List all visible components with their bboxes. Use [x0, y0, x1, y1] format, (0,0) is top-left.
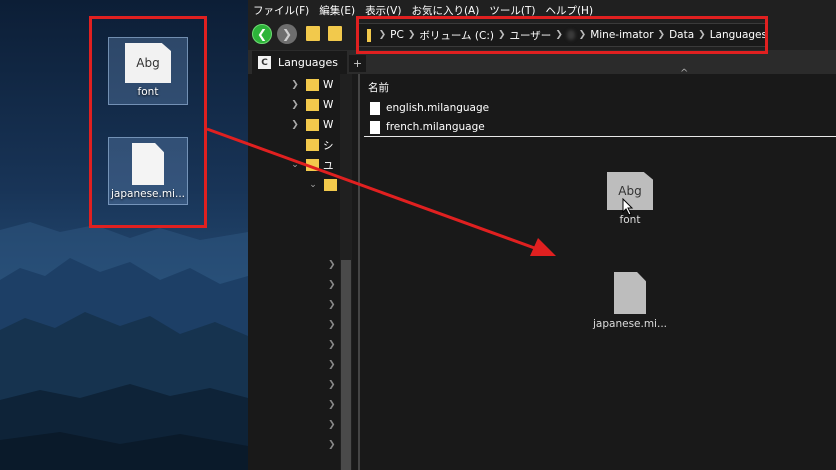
drop-insertion-line — [364, 136, 836, 137]
column-header-name[interactable]: 名前 — [368, 80, 389, 95]
tree-item[interactable]: シ — [288, 136, 334, 154]
dragged-icon-label: japanese.mi... — [593, 318, 667, 330]
tree-item[interactable]: ⌄ — [306, 176, 341, 194]
chevron-right-icon[interactable]: ❯ — [328, 420, 336, 430]
tree-item[interactable]: ❯ W — [288, 116, 333, 134]
chevron-right-icon[interactable]: ❯ — [328, 360, 336, 370]
file-list-pane: ^ 名前 english.milanguage french.milanguag… — [360, 68, 836, 470]
chevron-right-icon: ❯ — [291, 80, 299, 90]
file-icon — [370, 101, 380, 115]
chevron-right-icon: ❯ — [291, 100, 299, 110]
annotation-box-desktop-icons — [89, 16, 207, 228]
chevron-right-icon[interactable]: ❯ — [328, 340, 336, 350]
file-icon — [370, 120, 380, 134]
folder-icon — [306, 139, 319, 151]
chevron-right-icon[interactable]: ❯ — [328, 300, 336, 310]
dragged-icon-japanese: japanese.mi... — [585, 272, 675, 330]
forward-arrow-icon: ❯ — [281, 27, 293, 41]
folder-icon — [306, 99, 319, 111]
mouse-cursor-icon — [622, 198, 634, 216]
tree-item[interactable]: ❯ W — [288, 76, 333, 94]
chevron-right-icon[interactable]: ❯ — [328, 400, 336, 410]
back-arrow-icon: ❮ — [256, 27, 268, 41]
file-name: french.milanguage — [386, 121, 485, 133]
tab-languages[interactable]: C Languages — [252, 51, 347, 74]
back-button[interactable]: ❮ — [252, 24, 272, 44]
folder-icon — [306, 159, 319, 171]
chevron-right-icon: ❯ — [291, 120, 299, 130]
chevron-right-icon[interactable]: ❯ — [328, 440, 336, 450]
file-name: english.milanguage — [386, 102, 490, 114]
tab-label: Languages — [278, 56, 339, 69]
up-folder-icon[interactable] — [306, 26, 320, 41]
menu-file[interactable]: ファイル(F) — [253, 3, 309, 18]
new-tab-button[interactable]: + — [349, 55, 366, 72]
chevron-right-icon[interactable]: ❯ — [328, 320, 336, 330]
drive-icon: C — [258, 56, 271, 69]
chevron-right-icon[interactable]: ❯ — [328, 260, 336, 270]
navigation-tree: ❯ W ❯ W ❯ W シ ⌄ ユ ⌄ ❯ ❯ ❯ ❯ ❯ ❯ ❯ ❯ ❯ ❯ — [248, 74, 358, 470]
folder-icon — [306, 79, 319, 91]
file-explorer-window: ファイル(F) 編集(E) 表示(V) お気に入り(A) ツール(T) ヘルプ(… — [248, 0, 836, 470]
chevron-down-icon: ⌄ — [291, 160, 299, 170]
chevron-right-icon[interactable]: ❯ — [328, 280, 336, 290]
chevron-right-icon[interactable]: ❯ — [328, 380, 336, 390]
sort-arrow-icon: ^ — [680, 68, 689, 79]
tree-scrollbar-thumb[interactable] — [341, 260, 351, 470]
tree-item[interactable]: ⌄ ユ — [288, 156, 334, 174]
tree-item[interactable]: ❯ W — [288, 96, 333, 114]
menu-edit[interactable]: 編集(E) — [319, 3, 355, 18]
file-row[interactable]: english.milanguage — [370, 99, 489, 117]
file-row[interactable]: french.milanguage — [370, 118, 485, 136]
annotation-box-address-bar — [356, 16, 768, 54]
chevron-down-icon: ⌄ — [309, 180, 317, 190]
folder-view-icon[interactable] — [328, 26, 342, 41]
blank-file-icon — [614, 272, 646, 314]
forward-button[interactable]: ❯ — [277, 24, 297, 44]
folder-icon — [324, 179, 337, 191]
folder-icon — [306, 119, 319, 131]
